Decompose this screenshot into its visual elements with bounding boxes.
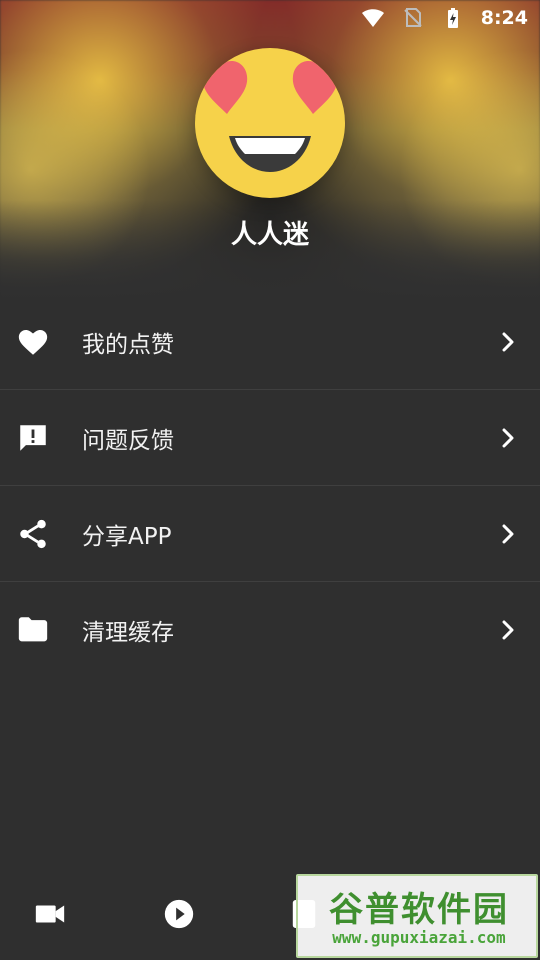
profile-name: 人人迷 <box>230 220 309 250</box>
settings-menu: 我的点赞 问题反馈 分享APP 清理缓存 <box>0 294 540 678</box>
watermark-url: www.gupuxiazai.com <box>332 928 506 947</box>
play-icon <box>162 897 196 935</box>
menu-item-label: 我的点赞 <box>82 331 174 358</box>
share-icon <box>16 517 50 551</box>
feedback-icon <box>16 421 50 455</box>
chevron-right-icon <box>498 428 518 448</box>
heart-eyes-emoji-icon <box>202 61 338 172</box>
menu-item-clear-cache[interactable]: 清理缓存 <box>0 582 540 678</box>
video-camera-icon <box>33 897 67 935</box>
nav-play-button[interactable] <box>155 892 203 940</box>
battery-charging-icon <box>441 6 465 30</box>
menu-item-label: 清理缓存 <box>82 620 174 646</box>
chevron-right-icon <box>498 620 518 640</box>
status-time: 8:24 <box>480 7 528 29</box>
chevron-right-icon <box>498 332 518 352</box>
avatar[interactable] <box>195 48 345 198</box>
heart-icon <box>16 325 50 359</box>
status-bar: 8:24 <box>0 0 540 36</box>
menu-item-label: 问题反馈 <box>82 427 174 454</box>
watermark-title: 谷普软件园 <box>329 890 509 930</box>
no-sim-icon <box>401 6 425 30</box>
wifi-icon <box>361 6 385 30</box>
menu-item-label: 分享APP <box>82 523 172 550</box>
menu-item-my-likes[interactable]: 我的点赞 <box>0 294 540 390</box>
menu-item-feedback[interactable]: 问题反馈 <box>0 390 540 486</box>
chevron-right-icon <box>498 524 518 544</box>
folder-icon <box>16 613 50 647</box>
menu-item-share-app[interactable]: 分享APP <box>0 486 540 582</box>
nav-video-button[interactable] <box>26 892 74 940</box>
watermark-logo: 谷普软件园 www.gupuxiazai.com <box>296 874 538 958</box>
